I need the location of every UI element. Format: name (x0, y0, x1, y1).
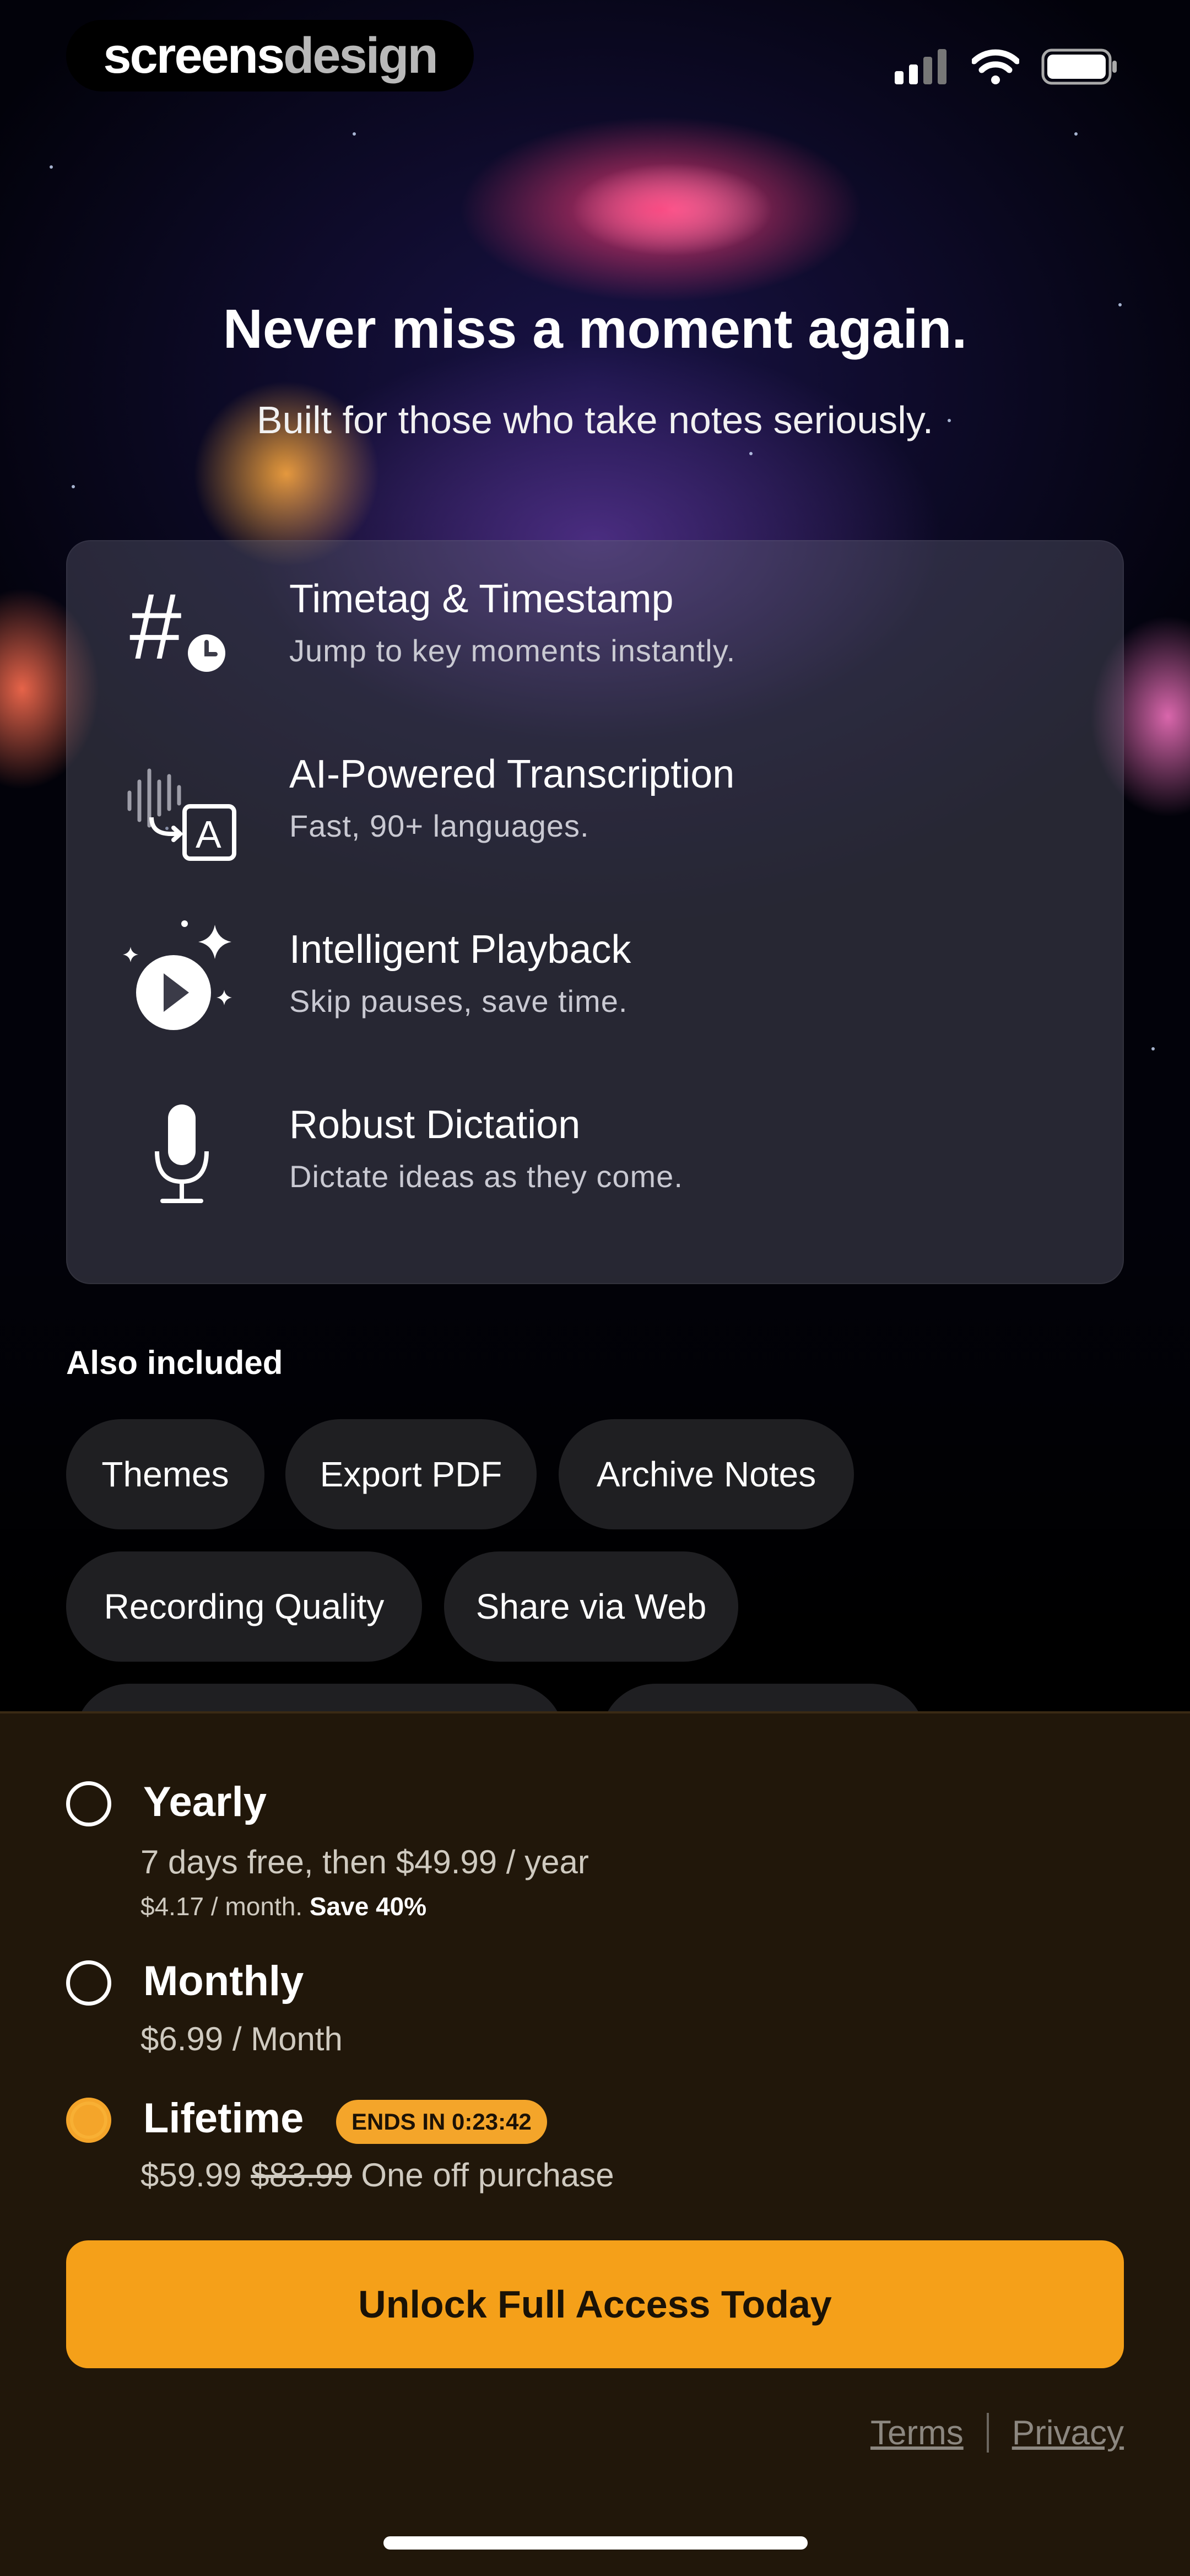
footer-links: Terms Privacy (870, 2413, 1124, 2453)
feature-title: AI-Powered Transcription (289, 752, 735, 796)
star (353, 132, 356, 136)
timestamp-hashtag-icon: # (129, 574, 225, 679)
page-title: Never miss a moment again. (223, 298, 967, 360)
plan-name: Yearly (143, 1779, 267, 1825)
chip-export-pdf[interactable]: Export PDF (285, 1419, 537, 1529)
plan-savings: Save 40% (309, 1892, 427, 1921)
feature-timetag: # Timetag & Timestamp Jump to key moment… (66, 540, 1124, 705)
plan-name: Monthly (143, 1958, 304, 2004)
plan-name: Lifetime (143, 2095, 304, 2142)
radio-monthly[interactable] (66, 1960, 111, 2006)
plan-price-line: $59.99 $83.99 One off purchase (140, 2156, 614, 2194)
chip-themes[interactable]: Themes (66, 1419, 264, 1529)
plan-note: One off purchase (361, 2157, 614, 2194)
svg-text:#: # (129, 574, 182, 679)
smart-playback-icon (123, 920, 232, 1030)
feature-playback: Intelligent Playback Skip pauses, save t… (66, 891, 1124, 1056)
plan-price-line: $6.99 / Month (140, 2020, 343, 2057)
svg-text:A: A (196, 813, 221, 856)
star (1074, 132, 1078, 136)
features-card: # Timetag & Timestamp Jump to key moment… (66, 540, 1124, 1284)
plan-price-line: 7 days free, then $49.99 / year (140, 1844, 589, 1880)
plan-price: $59.99 (140, 2157, 242, 2194)
feature-title: Robust Dictation (289, 1103, 581, 1147)
terms-link[interactable]: Terms (870, 2413, 964, 2453)
link-divider (986, 2413, 989, 2453)
unlock-button[interactable]: Unlock Full Access Today (66, 2240, 1124, 2368)
star (1151, 1047, 1155, 1050)
feature-title: Intelligent Playback (289, 928, 631, 972)
battery-icon (1041, 48, 1117, 85)
feature-description: Fast, 90+ languages. (289, 809, 589, 843)
transcription-icon: A (127, 768, 236, 861)
plan-per-month-text: $4.17 / month. (140, 1892, 303, 1921)
privacy-link[interactable]: Privacy (1012, 2413, 1124, 2453)
home-indicator[interactable] (383, 2536, 808, 2550)
plan-monthly[interactable]: Monthly $6.99 / Month (66, 1958, 1113, 2060)
also-included-heading: Also included (66, 1344, 283, 1381)
radio-lifetime-selected[interactable] (66, 2098, 111, 2143)
chip-recording-quality[interactable]: Recording Quality (66, 1551, 422, 1662)
signal-bars-icon (895, 49, 946, 84)
feature-description: Jump to key moments instantly. (289, 633, 736, 668)
star (749, 452, 753, 455)
radio-yearly[interactable] (66, 1781, 111, 1826)
brand-part-2: design (283, 27, 438, 84)
countdown-badge: ENDS IN 0:23:42 (336, 2100, 547, 2144)
chip-share-via-web[interactable]: Share via Web (444, 1551, 738, 1662)
chip-archive-notes[interactable]: Archive Notes (559, 1419, 854, 1529)
brand-watermark: screens design (66, 20, 474, 91)
plan-lifetime[interactable]: Lifetime ENDS IN 0:23:42 $59.99 $83.99 O… (66, 2095, 1113, 2202)
brand-part-1: screens (103, 27, 285, 84)
plan-yearly[interactable]: Yearly 7 days free, then $49.99 / year $… (66, 1779, 1113, 1925)
feature-transcription: A AI-Powered Transcription Fast, 90+ lan… (66, 715, 1124, 881)
feature-description: Dictate ideas as they come. (289, 1159, 683, 1194)
status-bar (895, 48, 1118, 85)
page-subtitle: Built for those who take notes seriously… (256, 398, 934, 441)
star (72, 485, 75, 488)
microphone-icon (155, 1104, 209, 1203)
plan-old-price: $83.99 (251, 2157, 352, 2194)
feature-description: Skip pauses, save time. (289, 984, 628, 1018)
feature-title: Timetag & Timestamp (289, 577, 674, 621)
feature-dictation: Robust Dictation Dictate ideas as they c… (66, 1066, 1124, 1231)
wifi-icon (972, 49, 1019, 84)
plan-per-month: $4.17 / month. Save 40% (140, 1891, 426, 1921)
star (50, 165, 53, 169)
